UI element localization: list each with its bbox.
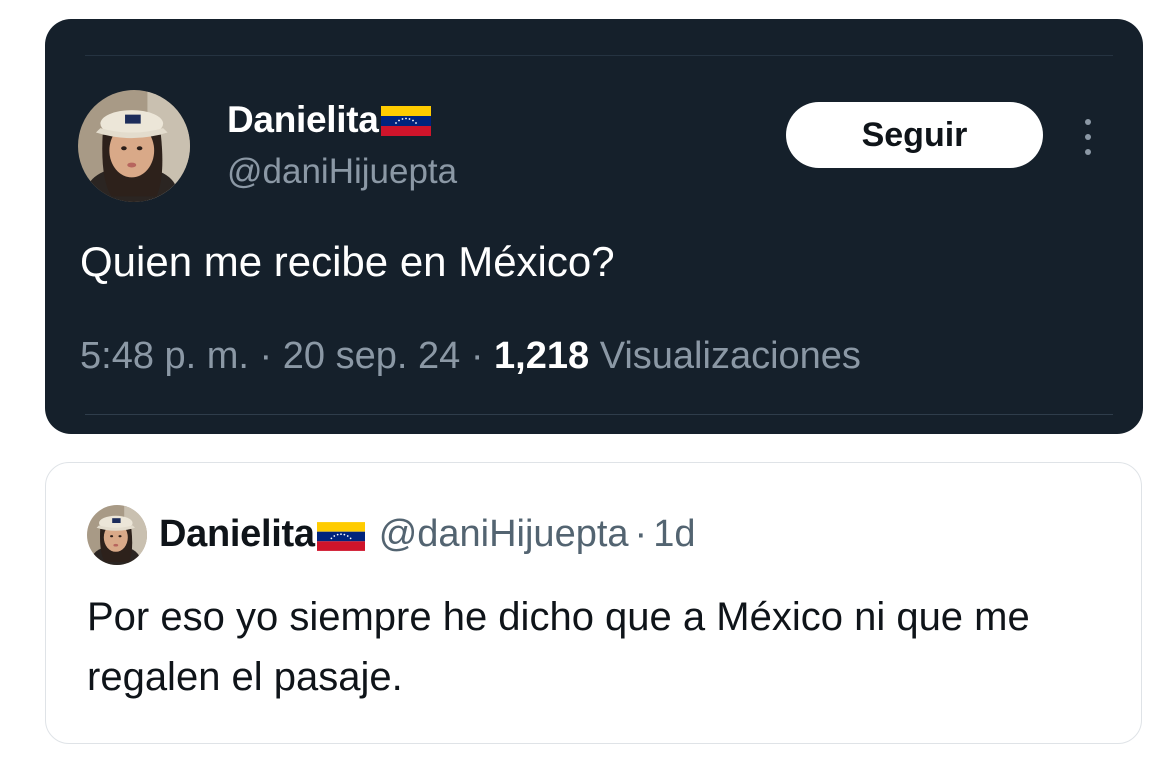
views-label: Visualizaciones bbox=[599, 335, 861, 377]
author-handle[interactable]: @daniHijuepta bbox=[227, 152, 457, 192]
meta-separator: · bbox=[259, 335, 273, 377]
views-count: 1,218 bbox=[494, 335, 590, 377]
dot bbox=[1085, 149, 1091, 155]
divider bbox=[85, 55, 1113, 56]
quoted-avatar[interactable] bbox=[87, 505, 147, 565]
quoted-tweet-header: Danielita @daniHijuepta · 1d bbox=[159, 513, 695, 556]
quoted-relative-time[interactable]: 1d bbox=[653, 513, 695, 556]
tweet-text: Quien me recibe en México? bbox=[80, 238, 615, 285]
divider bbox=[85, 414, 1113, 415]
quoted-author-name[interactable]: Danielita bbox=[159, 513, 315, 556]
tweet-date[interactable]: 20 sep. 24 bbox=[283, 335, 460, 377]
meta-separator: · bbox=[470, 335, 484, 377]
venezuela-flag-icon bbox=[316, 521, 365, 551]
venezuela-flag-icon bbox=[380, 106, 431, 136]
follow-button[interactable]: Seguir bbox=[786, 102, 1043, 168]
tweet-time[interactable]: 5:48 p. m. bbox=[80, 335, 249, 377]
avatar[interactable] bbox=[78, 90, 190, 202]
more-options-icon[interactable] bbox=[1075, 115, 1101, 159]
meta-separator: · bbox=[634, 513, 648, 555]
dot bbox=[1085, 119, 1091, 125]
quoted-tweet-text: Por eso yo siempre he dicho que a México… bbox=[87, 595, 1030, 699]
author-name-text: Danielita bbox=[227, 99, 379, 140]
author-name[interactable]: Danielita bbox=[227, 99, 431, 141]
tweet-meta: 5:48 p. m. · 20 sep. 24 · 1,218 Visualiz… bbox=[80, 335, 861, 378]
dot bbox=[1085, 134, 1091, 140]
tweet-card: Danielita @daniHijuepta Seguir Quien me … bbox=[45, 19, 1143, 434]
quoted-tweet-card[interactable]: Danielita @daniHijuepta · 1d Por eso yo … bbox=[45, 462, 1142, 744]
page: Danielita @daniHijuepta Seguir Quien me … bbox=[0, 0, 1170, 762]
quoted-author-handle[interactable]: @daniHijuepta bbox=[379, 513, 629, 556]
